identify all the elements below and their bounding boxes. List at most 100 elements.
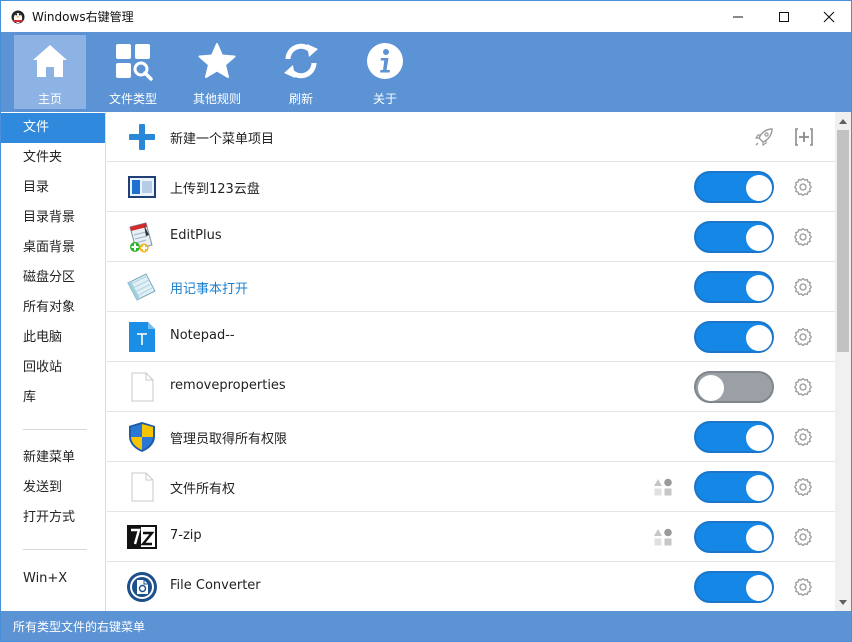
sidebar-item-drive[interactable]: 磁盘分区 — [1, 263, 105, 293]
sidebar-item-file[interactable]: 文件 — [1, 113, 105, 143]
file-types-icon — [116, 44, 153, 81]
sidebar-item-open-with[interactable]: 打开方式 — [1, 503, 105, 533]
status-text: 所有类型文件的右键菜单 — [13, 620, 146, 634]
new-menu-item-row[interactable]: 新建一个菜单项目 — [107, 112, 835, 162]
menu-item-label: removeproperties — [170, 378, 286, 393]
toolbar-refresh[interactable]: 刷新 — [265, 35, 337, 109]
minimize-icon — [733, 16, 743, 17]
sidebar-item-win-x[interactable]: Win+X — [1, 564, 105, 594]
close-icon — [823, 11, 835, 22]
sidebar-item-recycle-bin[interactable]: 回收站 — [1, 353, 105, 383]
new-menu-item-label: 新建一个菜单项目 — [170, 132, 275, 147]
toggle-knob — [746, 525, 772, 551]
gear-icon[interactable] — [793, 477, 813, 497]
enable-toggle[interactable] — [694, 171, 774, 203]
sidebar-item-all-objects[interactable]: 所有对象 — [1, 293, 105, 323]
scroll-up-button[interactable] — [835, 112, 851, 129]
gear-icon[interactable] — [793, 377, 813, 397]
minimize-button[interactable] — [715, 1, 761, 32]
sidebar-item-directory-background[interactable]: 目录背景 — [1, 203, 105, 233]
main-toolbar: 主页 文件类型 其他规则 刷新 关于 — [1, 32, 851, 112]
menu-item-row: 上传到123云盘 — [107, 162, 835, 212]
toolbar-about[interactable]: 关于 — [349, 35, 421, 109]
toolbar-about-label: 关于 — [372, 92, 397, 106]
maximize-button[interactable] — [761, 1, 807, 32]
menu-item-label: 上传到123云盘 — [170, 182, 260, 197]
menu-item-row: 用记事本打开 — [107, 262, 835, 312]
sidebar: 文件 文件夹 目录 目录背景 桌面背景 磁盘分区 所有对象 此电脑 回收站 库 … — [1, 112, 106, 611]
toggle-knob — [698, 375, 724, 401]
file-converter-icon — [127, 572, 157, 602]
chevron-up-icon — [839, 118, 847, 124]
gear-icon[interactable] — [793, 277, 813, 297]
gear-icon[interactable] — [793, 427, 813, 447]
gear-icon[interactable] — [793, 527, 813, 547]
menu-item-row: File Converter — [107, 562, 835, 611]
sidebar-divider — [23, 429, 87, 430]
menu-item-label: 文件所有权 — [170, 482, 236, 497]
menu-item-row: Notepad-- — [107, 312, 835, 362]
shapes-icon[interactable] — [653, 527, 673, 547]
toggle-knob — [746, 225, 772, 251]
enable-toggle[interactable] — [694, 371, 774, 403]
sidebar-item-library[interactable]: 库 — [1, 383, 105, 413]
menu-item-row: EditPlus — [107, 212, 835, 262]
enable-toggle[interactable] — [694, 421, 774, 453]
notepad-icon — [127, 273, 156, 301]
maximize-icon — [779, 11, 789, 22]
gear-icon[interactable] — [793, 577, 813, 597]
app-logo-icon — [11, 10, 25, 24]
star-icon — [198, 43, 236, 78]
gear-icon[interactable] — [793, 327, 813, 347]
toggle-knob — [746, 475, 772, 501]
cloud-upload-icon — [128, 176, 156, 198]
toolbar-refresh-label: 刷新 — [288, 92, 313, 106]
blank-file-icon — [131, 472, 154, 502]
status-bar: 所有类型文件的右键菜单 — [1, 611, 851, 641]
sidebar-item-desktop-background[interactable]: 桌面背景 — [1, 233, 105, 263]
shapes-icon[interactable] — [653, 477, 673, 497]
scroll-down-button[interactable] — [835, 594, 851, 611]
sidebar-item-this-pc[interactable]: 此电脑 — [1, 323, 105, 353]
enable-toggle[interactable] — [694, 271, 774, 303]
window-title: Windows右键管理 — [32, 10, 134, 24]
sidebar-item-folder[interactable]: 文件夹 — [1, 143, 105, 173]
title-bar: Windows右键管理 — [1, 1, 851, 32]
toolbar-home[interactable]: 主页 — [14, 35, 86, 109]
add-menu-icon[interactable] — [793, 126, 815, 148]
close-button[interactable] — [806, 1, 851, 32]
menu-item-list: 新建一个菜单项目 上传到123云盘 EditPlus 用记事本打开 Notepa… — [107, 112, 835, 611]
toolbar-other-rules[interactable]: 其他规则 — [181, 35, 253, 109]
enable-toggle[interactable] — [694, 521, 774, 553]
toggle-knob — [746, 275, 772, 301]
toolbar-home-label: 主页 — [37, 92, 62, 106]
scroll-thumb[interactable] — [837, 130, 849, 352]
menu-item-row: 管理员取得所有权限 — [107, 412, 835, 462]
sidebar-item-send-to[interactable]: 发送到 — [1, 473, 105, 503]
vertical-scrollbar[interactable] — [835, 112, 851, 611]
menu-item-label: EditPlus — [170, 228, 222, 243]
home-icon — [33, 45, 67, 77]
plus-icon — [129, 124, 155, 150]
enable-toggle[interactable] — [694, 571, 774, 603]
enable-toggle[interactable] — [694, 471, 774, 503]
toolbar-other-rules-label: 其他规则 — [192, 92, 241, 106]
rocket-icon[interactable] — [752, 125, 776, 149]
toggle-knob — [746, 325, 772, 351]
gear-icon[interactable] — [793, 177, 813, 197]
refresh-icon — [284, 43, 318, 79]
uac-shield-icon — [129, 422, 155, 452]
gear-icon[interactable] — [793, 227, 813, 247]
blank-file-icon — [131, 372, 154, 402]
sidebar-item-new-menu[interactable]: 新建菜单 — [1, 443, 105, 473]
menu-item-row: 7-zip — [107, 512, 835, 562]
7zip-icon — [127, 525, 157, 549]
enable-toggle[interactable] — [694, 321, 774, 353]
enable-toggle[interactable] — [694, 221, 774, 253]
toolbar-file-types[interactable]: 文件类型 — [97, 35, 169, 109]
sidebar-item-directory[interactable]: 目录 — [1, 173, 105, 203]
info-icon — [367, 43, 403, 79]
menu-item-label: 用记事本打开 — [170, 282, 249, 297]
chevron-down-icon — [839, 599, 847, 605]
main-window: Windows右键管理 主页 文件类型 其他规则 刷新 关于 文件 文件夹 目录… — [0, 0, 852, 642]
